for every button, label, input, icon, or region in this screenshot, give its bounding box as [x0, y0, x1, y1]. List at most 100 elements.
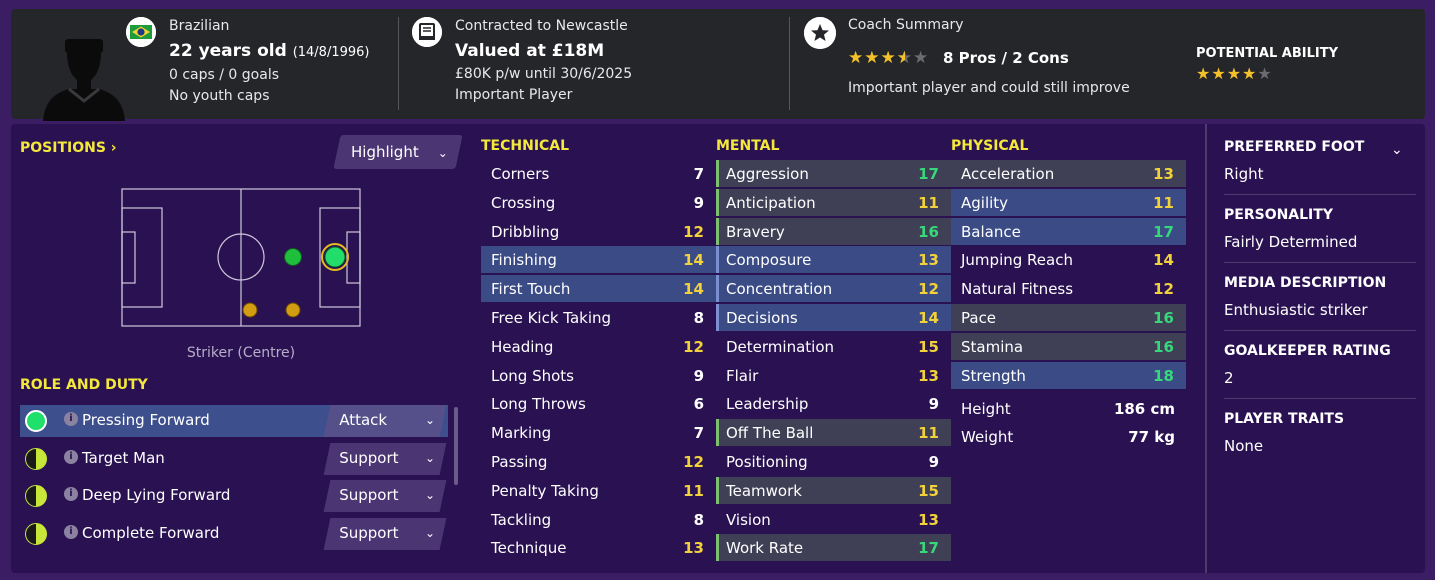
chevron-down-icon: ⌄ [425, 413, 436, 427]
role-suitability-icon [25, 448, 47, 470]
personality-title: PERSONALITY [1224, 207, 1333, 223]
attribute-row[interactable]: Decisions 14 [716, 304, 951, 331]
attribute-row[interactable]: Tackling 8 [481, 506, 716, 533]
attribute-value: 9 [693, 366, 704, 385]
attribute-row[interactable]: Work Rate 17 [716, 534, 951, 562]
attribute-row[interactable]: Natural Fitness 12 [951, 275, 1186, 302]
player-age: 22 years old (14/8/1996) [169, 41, 370, 61]
coach-summary-text: Important player and could still improve [848, 80, 1130, 96]
attribute-value: 16 [918, 222, 939, 241]
attribute-value: 12 [683, 337, 704, 356]
attribute-name: Natural Fitness [961, 280, 1074, 299]
attribute-row[interactable]: Dribbling 12 [481, 218, 716, 245]
chevron-down-icon: ⌄ [425, 451, 436, 465]
technical-title: TECHNICAL [481, 138, 570, 154]
attribute-value: 13 [918, 510, 939, 529]
attribute-name: Pace [961, 309, 997, 327]
attribute-row[interactable]: Pace 16 [951, 304, 1186, 331]
role-name: Deep Lying Forward [82, 486, 231, 504]
attribute-value: 13 [918, 366, 939, 385]
position-label: Striker (Centre) [186, 345, 296, 361]
attribute-name: Finishing [491, 251, 557, 270]
attribute-value: 9 [928, 395, 939, 414]
attribute-name: Dribbling [491, 222, 560, 241]
chevron-down-icon: ⌄ [425, 526, 436, 540]
attribute-row[interactable]: Crossing 9 [481, 189, 716, 216]
attribute-row[interactable]: Off The Ball 11 [716, 419, 951, 447]
attribute-name: Aggression [726, 165, 809, 183]
attribute-row[interactable]: Long Throws 6 [481, 390, 716, 417]
attribute-row[interactable]: First Touch 14 [481, 275, 716, 303]
attribute-row[interactable]: Strength 18 [951, 361, 1186, 389]
attribute-row[interactable]: Stamina 16 [951, 332, 1186, 360]
potential-ability-stars: ★★★★★ [1196, 64, 1273, 83]
height-label: Height [961, 400, 1011, 418]
info-icon[interactable]: i [64, 412, 78, 426]
chevron-right-icon: › [110, 140, 117, 156]
attribute-row[interactable]: Acceleration 13 [951, 160, 1186, 187]
duty-label: Support [339, 524, 399, 542]
highlight-label: Highlight [351, 143, 419, 161]
attribute-row[interactable]: Jumping Reach 14 [951, 246, 1186, 273]
attribute-value: 12 [683, 453, 704, 471]
attribute-row[interactable]: Heading 12 [481, 333, 716, 360]
attribute-row[interactable]: Marking 7 [481, 419, 716, 446]
attribute-row[interactable]: Positioning 9 [716, 448, 951, 475]
role-row-pressing-forward[interactable]: i Pressing Forward Attack ⌄ [20, 405, 448, 437]
attribute-row[interactable]: Leadership 9 [716, 390, 951, 417]
attribute-row[interactable]: Agility 11 [951, 188, 1186, 216]
attribute-row[interactable]: Vision 13 [716, 506, 951, 533]
attribute-name: Decisions [726, 309, 798, 327]
info-icon[interactable]: i [64, 450, 78, 464]
attribute-row[interactable]: Composure 13 [716, 246, 951, 274]
attribute-row[interactable]: Concentration 12 [716, 275, 951, 303]
header-divider [398, 17, 399, 110]
role-name: Pressing Forward [82, 411, 210, 429]
goalkeeper-rating-title: GOALKEEPER RATING [1224, 343, 1391, 359]
role-row-complete-forward[interactable]: i Complete Forward Support ⌄ [20, 518, 448, 550]
roles-scrollbar[interactable] [454, 407, 458, 485]
contract-icon [412, 17, 442, 47]
attribute-value: 9 [693, 193, 704, 212]
attribute-value: 15 [918, 337, 939, 356]
preferred-foot-title: PREFERRED FOOT [1224, 139, 1365, 155]
role-row-deep-lying-forward[interactable]: i Deep Lying Forward Support ⌄ [20, 480, 448, 512]
attribute-row[interactable]: Aggression 17 [716, 160, 951, 187]
chevron-down-icon[interactable]: ⌄ [1391, 142, 1403, 158]
attribute-row[interactable]: Bravery 16 [716, 217, 951, 245]
attribute-row[interactable]: Anticipation 11 [716, 188, 951, 216]
attribute-row[interactable]: Teamwork 15 [716, 476, 951, 504]
attribute-value: 7 [693, 424, 704, 443]
personality-value: Fairly Determined [1224, 233, 1358, 251]
separator [1224, 262, 1416, 263]
role-row-target-man[interactable]: i Target Man Support ⌄ [20, 443, 448, 475]
info-icon[interactable]: i [64, 525, 78, 539]
attribute-name: Tackling [491, 510, 552, 529]
attribute-row[interactable]: Determination 15 [716, 333, 951, 360]
attribute-row[interactable]: Balance 17 [951, 217, 1186, 245]
attribute-name: Heading [491, 337, 554, 356]
player-traits-block: PLAYER TRAITS None [1224, 411, 1416, 455]
highlight-dropdown[interactable]: Highlight ⌄ [333, 135, 463, 169]
positions-title[interactable]: POSITIONS › [20, 140, 117, 156]
attribute-name: Acceleration [961, 165, 1055, 183]
attribute-row[interactable]: Corners 7 [481, 160, 716, 187]
attribute-value: 13 [683, 539, 704, 558]
positions-title-text: POSITIONS [20, 140, 106, 156]
attribute-row[interactable]: Free Kick Taking 8 [481, 304, 716, 331]
attribute-name: Technique [491, 539, 567, 558]
attribute-row[interactable]: Flair 13 [716, 362, 951, 389]
attribute-value: 6 [693, 395, 704, 414]
player-header: Brazilian 22 years old (14/8/1996) 0 cap… [11, 9, 1425, 121]
contract-club: Contracted to Newcastle [455, 18, 628, 34]
attribute-row[interactable]: Technique 13 [481, 534, 716, 561]
attribute-value: 8 [693, 309, 704, 327]
attribute-name: Penalty Taking [491, 481, 599, 500]
attribute-name: Leadership [726, 395, 809, 414]
current-ability-stars: ★★★★★★ [848, 48, 930, 68]
attribute-row[interactable]: Finishing 14 [481, 246, 716, 274]
attribute-row[interactable]: Passing 12 [481, 448, 716, 475]
attribute-row[interactable]: Penalty Taking 11 [481, 477, 716, 504]
attribute-row[interactable]: Long Shots 9 [481, 362, 716, 389]
info-icon[interactable]: i [64, 487, 78, 501]
